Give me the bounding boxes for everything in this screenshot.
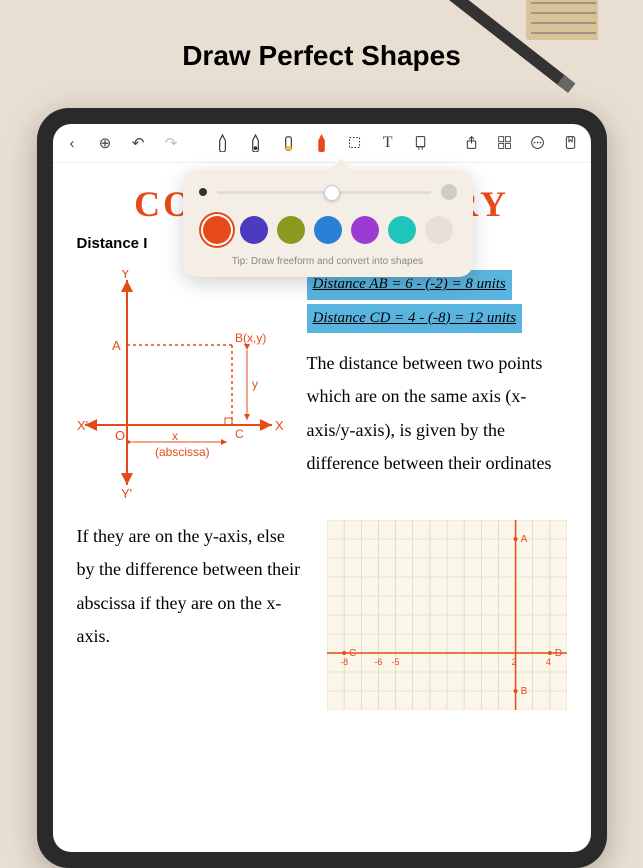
- coordinate-diagram: Y Y' X X' O A B(x,y) C x (abscissa) y: [77, 270, 287, 500]
- svg-text:C: C: [349, 648, 356, 659]
- redo-button[interactable]: ↷: [164, 134, 179, 152]
- size-min-icon: [199, 188, 207, 196]
- text-tool[interactable]: T: [380, 134, 395, 152]
- grid-button[interactable]: [497, 134, 512, 152]
- svg-text:-5: -5: [391, 657, 399, 667]
- svg-text:4: 4: [545, 657, 550, 667]
- color-swatch-2[interactable]: [277, 216, 305, 244]
- color-swatch-4[interactable]: [351, 216, 379, 244]
- slider-thumb[interactable]: [324, 185, 340, 201]
- svg-text:X': X': [77, 418, 88, 433]
- svg-text:x: x: [172, 429, 178, 443]
- svg-text:C: C: [235, 427, 244, 441]
- more-button[interactable]: [530, 134, 545, 152]
- color-swatch-5[interactable]: [388, 216, 416, 244]
- paragraph-1: The distance between two points which ar…: [307, 347, 567, 480]
- add-button[interactable]: ⊕: [98, 134, 113, 152]
- svg-text:Y: Y: [121, 270, 130, 281]
- pen-tool-2[interactable]: [248, 134, 263, 152]
- lasso-tool[interactable]: [347, 134, 362, 152]
- color-swatch-0[interactable]: [203, 216, 231, 244]
- pencil-decoration: [418, 0, 598, 125]
- color-swatch-1[interactable]: [240, 216, 268, 244]
- svg-text:-6: -6: [374, 657, 382, 667]
- color-swatch-6[interactable]: [425, 216, 453, 244]
- back-button[interactable]: ‹: [65, 134, 80, 152]
- svg-text:y: y: [252, 377, 258, 391]
- ipad-frame: ‹ ⊕ ↶ ↷ T COOTRY Distance I: [37, 108, 607, 868]
- screen: ‹ ⊕ ↶ ↷ T COOTRY Distance I: [53, 124, 591, 852]
- svg-text:Y': Y': [121, 486, 132, 500]
- svg-text:B: B: [520, 686, 527, 697]
- svg-text:2: 2: [511, 657, 516, 667]
- toolbar: ‹ ⊕ ↶ ↷ T: [53, 124, 591, 163]
- shape-tool-popover: Tip: Draw freeform and convert into shap…: [183, 170, 473, 277]
- svg-text:-8: -8: [340, 657, 348, 667]
- shape-tool[interactable]: [314, 134, 329, 152]
- svg-text:D: D: [554, 648, 561, 659]
- share-button[interactable]: [464, 134, 479, 152]
- svg-text:(abscissa): (abscissa): [155, 445, 210, 459]
- popover-tip: Tip: Draw freeform and convert into shap…: [199, 256, 457, 267]
- grid-chart: -8 -6 -5 2 4 A B C D: [327, 520, 567, 710]
- svg-text:A: A: [112, 338, 121, 353]
- paragraph-2: If they are on the y-axis, else by the d…: [77, 520, 307, 710]
- color-swatch-3[interactable]: [314, 216, 342, 244]
- stroke-size-slider[interactable]: [217, 191, 431, 194]
- highlight-2: Distance CD = 4 - (-8) = 12 units: [307, 304, 523, 334]
- svg-text:O: O: [115, 428, 125, 443]
- eraser-tool[interactable]: [413, 134, 428, 152]
- size-max-icon: [441, 184, 457, 200]
- svg-text:A: A: [520, 534, 527, 545]
- svg-text:X: X: [275, 418, 284, 433]
- color-swatches: [199, 216, 457, 244]
- svg-text:B(x,y): B(x,y): [235, 331, 266, 345]
- right-column: Distance AB = 6 - (-2) = 8 units Distanc…: [307, 270, 567, 500]
- highlighter-tool[interactable]: [281, 134, 296, 152]
- bookmark-button[interactable]: [563, 134, 578, 152]
- pen-tool-1[interactable]: [215, 134, 230, 152]
- undo-button[interactable]: ↶: [131, 134, 146, 152]
